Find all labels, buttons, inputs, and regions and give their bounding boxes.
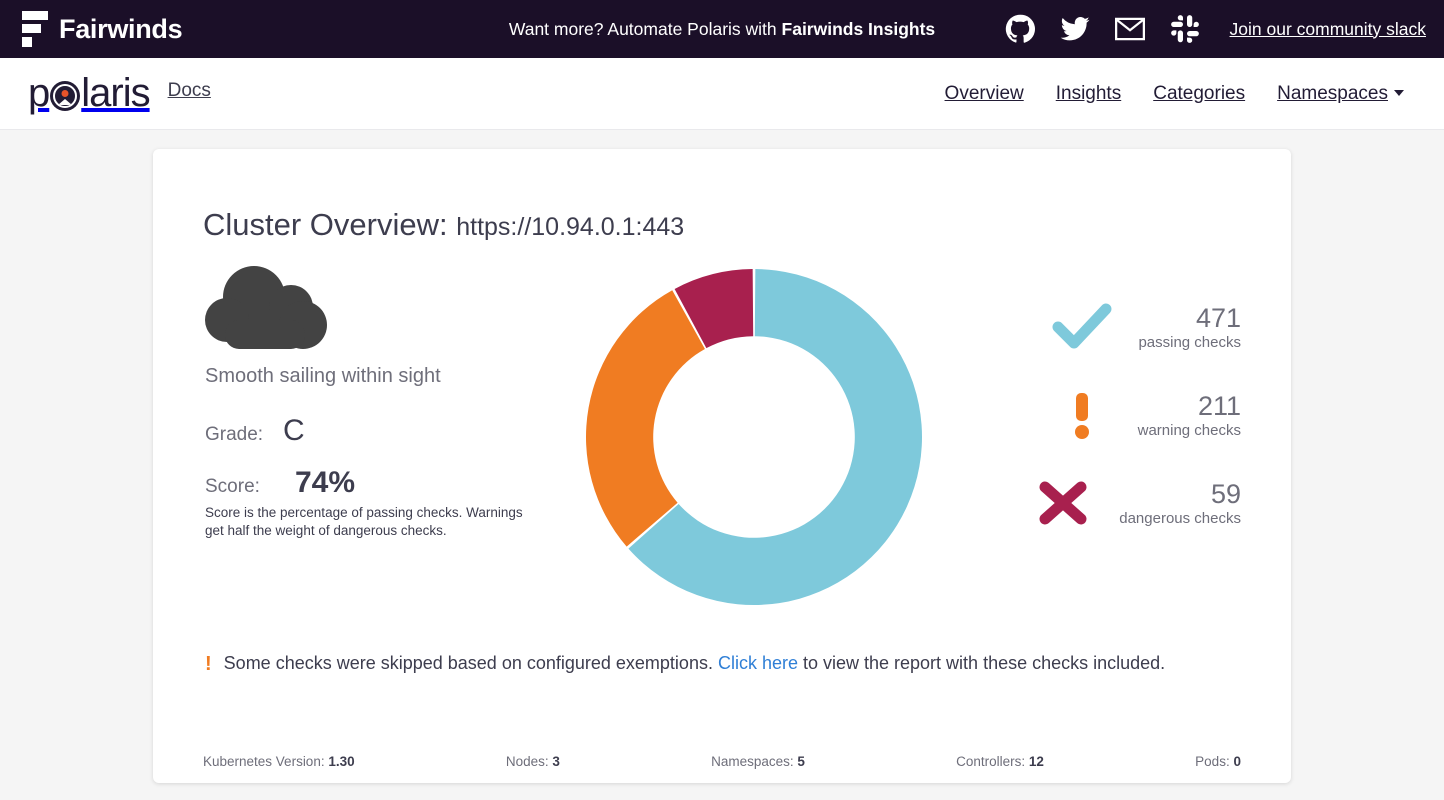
promo-social-links: Join our community slack [1005,14,1426,44]
nav-item-namespaces[interactable]: Namespaces [1277,83,1404,105]
github-link[interactable] [1005,14,1035,44]
meta-kubernetes-version-value: 1.30 [328,754,354,769]
meta-controllers-value: 12 [1029,754,1044,769]
checks-donut-chart [543,265,965,607]
page-title-prefix: Cluster Overview: [203,207,456,242]
weather-status-text: Smooth sailing within sight [205,365,543,388]
meta-controllers: Controllers: 12 [956,754,1044,769]
meta-nodes-value: 3 [552,754,560,769]
donut-slice-warning[interactable] [586,290,705,546]
passing-checks-label: passing checks [1138,334,1241,351]
cluster-url: https://10.94.0.1:443 [456,213,684,241]
passing-checks-row: 471 passing checks [965,283,1241,371]
meta-pods: Pods: 0 [1195,754,1241,769]
exemptions-report-link[interactable]: Click here [718,653,798,673]
warning-checks-texts: 211 warning checks [1138,391,1241,439]
dangerous-checks-label: dangerous checks [1119,510,1241,527]
dangerous-checks-count: 59 [1119,479,1241,510]
passing-checks-count: 471 [1138,303,1241,334]
exemptions-notice: ! Some checks were skipped based on conf… [203,651,1223,677]
nav-item-insights[interactable]: Insights [1056,83,1121,105]
meta-namespaces-label: Namespaces: [711,754,797,769]
warning-checks-count: 211 [1138,391,1241,422]
grade-value: C [283,414,305,448]
grade-row: Grade: C [205,414,543,448]
meta-namespaces: Namespaces: 5 [711,754,805,769]
check-icon [1052,301,1112,353]
score-value: 74% [283,466,355,500]
promo-message: Want more? Automate Polaris with Fairwin… [509,19,935,40]
polaris-logo-text-pre: p [28,71,49,116]
polaris-logo-text-post: laris [81,71,149,116]
twitter-icon [1060,14,1090,44]
slack-community-label[interactable]: Join our community slack [1230,19,1426,40]
meta-pods-value: 0 [1233,754,1241,769]
exclamation-icon: ! [205,651,212,677]
cloud-icon [205,265,329,351]
email-icon [1115,14,1145,44]
promo-message-highlight: Fairwinds Insights [782,19,936,39]
chevron-down-icon [1394,90,1404,96]
fairwinds-logo-icon [22,10,48,48]
dangerous-checks-texts: 59 dangerous checks [1119,479,1241,527]
checks-summary-panel: 471 passing checks 211 warning checks [965,265,1241,547]
nav-item-overview[interactable]: Overview [945,83,1024,105]
meta-kubernetes-version: Kubernetes Version: 1.30 [203,754,355,769]
x-icon [1033,477,1093,529]
github-icon [1005,14,1035,44]
grade-panel: Smooth sailing within sight Grade: C Sco… [203,265,543,540]
score-label: Score: [205,476,283,498]
warning-checks-row: 211 warning checks [965,371,1241,459]
twitter-link[interactable] [1060,14,1090,44]
meta-kubernetes-version-label: Kubernetes Version: [203,754,328,769]
slack-icon [1170,14,1200,44]
nav-item-namespaces-label: Namespaces [1277,83,1388,104]
dangerous-checks-row: 59 dangerous checks [965,459,1241,547]
fairwinds-logo[interactable]: Fairwinds [22,10,182,48]
exemptions-notice-text: Some checks were skipped based on config… [224,651,1166,677]
promo-message-text: Want more? Automate Polaris with [509,19,782,39]
grade-label: Grade: [205,424,283,446]
warning-checks-label: warning checks [1138,422,1241,439]
page-body: Cluster Overview: https://10.94.0.1:443 … [0,130,1444,783]
nav-links: Overview Insights Categories Namespaces [945,83,1404,105]
notice-text-after: to view the report with these checks inc… [798,653,1165,673]
nav-item-categories[interactable]: Categories [1153,83,1245,105]
email-link[interactable] [1115,14,1145,44]
cluster-meta-row: Kubernetes Version: 1.30 Nodes: 3 Namesp… [203,754,1241,769]
warning-icon [1052,389,1112,441]
page-title: Cluster Overview: https://10.94.0.1:443 [203,207,1241,243]
overview-row: Smooth sailing within sight Grade: C Sco… [203,265,1241,613]
polaris-compass-icon [50,81,80,111]
meta-nodes: Nodes: 3 [506,754,560,769]
meta-nodes-label: Nodes: [506,754,553,769]
promo-banner: Fairwinds Want more? Automate Polaris wi… [0,0,1444,58]
notice-text-before: Some checks were skipped based on config… [224,653,718,673]
docs-link[interactable]: Docs [168,80,211,102]
slack-link[interactable] [1170,14,1200,44]
donut-svg [584,267,924,607]
meta-controllers-label: Controllers: [956,754,1029,769]
score-row: Score: 74% [205,466,543,500]
main-navbar: p laris Docs Overview Insights Categorie… [0,58,1444,130]
passing-checks-texts: 471 passing checks [1138,303,1241,351]
score-description: Score is the percentage of passing check… [205,504,539,540]
fairwinds-brand-label: Fairwinds [59,14,182,45]
cluster-overview-card: Cluster Overview: https://10.94.0.1:443 … [153,149,1291,783]
polaris-logo[interactable]: p laris [28,71,150,116]
meta-namespaces-value: 5 [797,754,805,769]
polaris-logo-text: p laris [28,71,150,116]
meta-pods-label: Pods: [1195,754,1233,769]
